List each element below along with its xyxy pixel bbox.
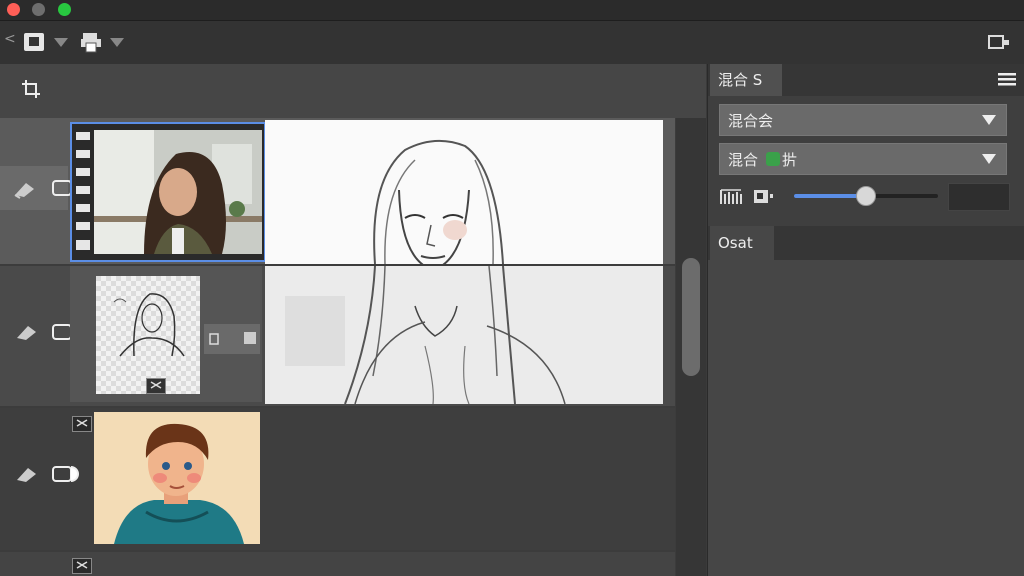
chevron-down-icon[interactable]: [54, 38, 68, 47]
layer-thumbnail-photo[interactable]: [70, 122, 266, 262]
blend-mode-value: 混合会: [728, 112, 774, 130]
opacity-slider[interactable]: [794, 186, 938, 206]
tab-osat[interactable]: Osat: [710, 226, 774, 260]
layers-panel-header: [0, 64, 706, 118]
crop-icon[interactable]: [20, 78, 44, 102]
layer-thumbnail-sketch[interactable]: [96, 276, 200, 394]
layer-mask-chip[interactable]: [204, 324, 260, 354]
tab-blend[interactable]: 混合 S: [710, 64, 782, 96]
eraser-icon[interactable]: [14, 322, 40, 346]
lock-icon: [752, 186, 774, 206]
chevron-down-icon: [982, 154, 996, 164]
opacity-slider-handle[interactable]: [856, 186, 876, 206]
scrollbar-thumb[interactable]: [682, 258, 700, 376]
canvas-sketch-bottom[interactable]: [265, 265, 663, 405]
toolbar: <: [0, 21, 1024, 64]
blend-option-prefix: 混合: [728, 151, 759, 169]
link-icon[interactable]: [52, 464, 86, 488]
menu-icon[interactable]: [998, 72, 1016, 88]
blend-option-suffix: 扸: [782, 151, 798, 169]
blend-mode-dropdown[interactable]: 混合会: [719, 104, 1007, 136]
mask-icon: [146, 378, 166, 394]
layer-row-sketch[interactable]: [0, 265, 675, 406]
layer-type-icon: [72, 416, 92, 432]
eraser-icon[interactable]: [12, 179, 38, 203]
panel-content: [708, 260, 1024, 576]
layer-type-icon: [72, 558, 92, 574]
layer-row-cartoon[interactable]: [0, 408, 675, 550]
eraser-icon[interactable]: [14, 464, 40, 488]
layer-thumbnail-cartoon[interactable]: [94, 412, 260, 544]
chevron-down-icon[interactable]: [110, 38, 124, 47]
layer-row-photo[interactable]: [0, 118, 675, 272]
properties-panel: 混合 S 混合会 混合 扸 Osat: [707, 64, 1024, 576]
layout-icon[interactable]: [988, 34, 1012, 52]
close-button[interactable]: [7, 3, 20, 16]
brush-icon: [719, 186, 745, 206]
canvas-sketch-top[interactable]: [265, 120, 663, 272]
opacity-input[interactable]: [948, 183, 1010, 211]
status-icon: [766, 152, 780, 166]
title-bar: [0, 0, 1024, 21]
minimize-button[interactable]: [32, 3, 45, 16]
layer-row-next[interactable]: [0, 552, 675, 576]
maximize-button[interactable]: [58, 3, 71, 16]
back-icon[interactable]: <: [4, 31, 16, 47]
print-icon[interactable]: [80, 31, 101, 53]
chevron-down-icon: [982, 115, 996, 125]
layer-tool-icon[interactable]: [24, 33, 44, 51]
blend-option-dropdown[interactable]: 混合 扸: [719, 143, 1007, 175]
